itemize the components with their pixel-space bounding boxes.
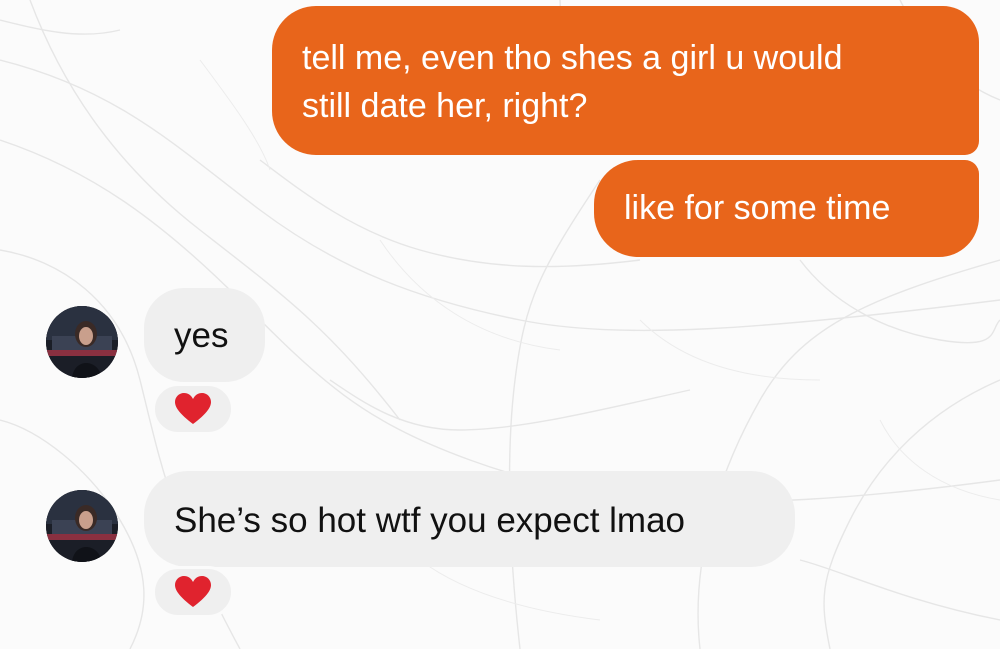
message-text-line: yes: [174, 316, 229, 355]
received-message-bubble[interactable]: She’s so hot wtf you expect lmao: [144, 471, 795, 567]
message-text-line: still date her, right?: [302, 87, 588, 125]
sender-avatar[interactable]: [46, 490, 118, 562]
message-text-line: like for some time: [624, 189, 891, 227]
message-text-line: tell me, even tho shes a girl u would: [302, 39, 843, 77]
profile-photo-icon: [46, 490, 118, 562]
message-reaction[interactable]: [152, 566, 234, 618]
message-text-line: She’s so hot wtf you expect lmao: [174, 501, 686, 540]
sender-avatar[interactable]: [46, 306, 118, 378]
red-heart-icon: [175, 576, 211, 607]
sent-message-bubble[interactable]: tell me, even tho shes a girl u would st…: [272, 6, 979, 155]
red-heart-icon: [175, 393, 211, 424]
message-reaction[interactable]: [152, 383, 234, 435]
profile-photo-icon: [46, 306, 118, 378]
received-message-bubble[interactable]: yes: [144, 288, 265, 382]
sent-message-bubble[interactable]: like for some time: [594, 160, 979, 257]
